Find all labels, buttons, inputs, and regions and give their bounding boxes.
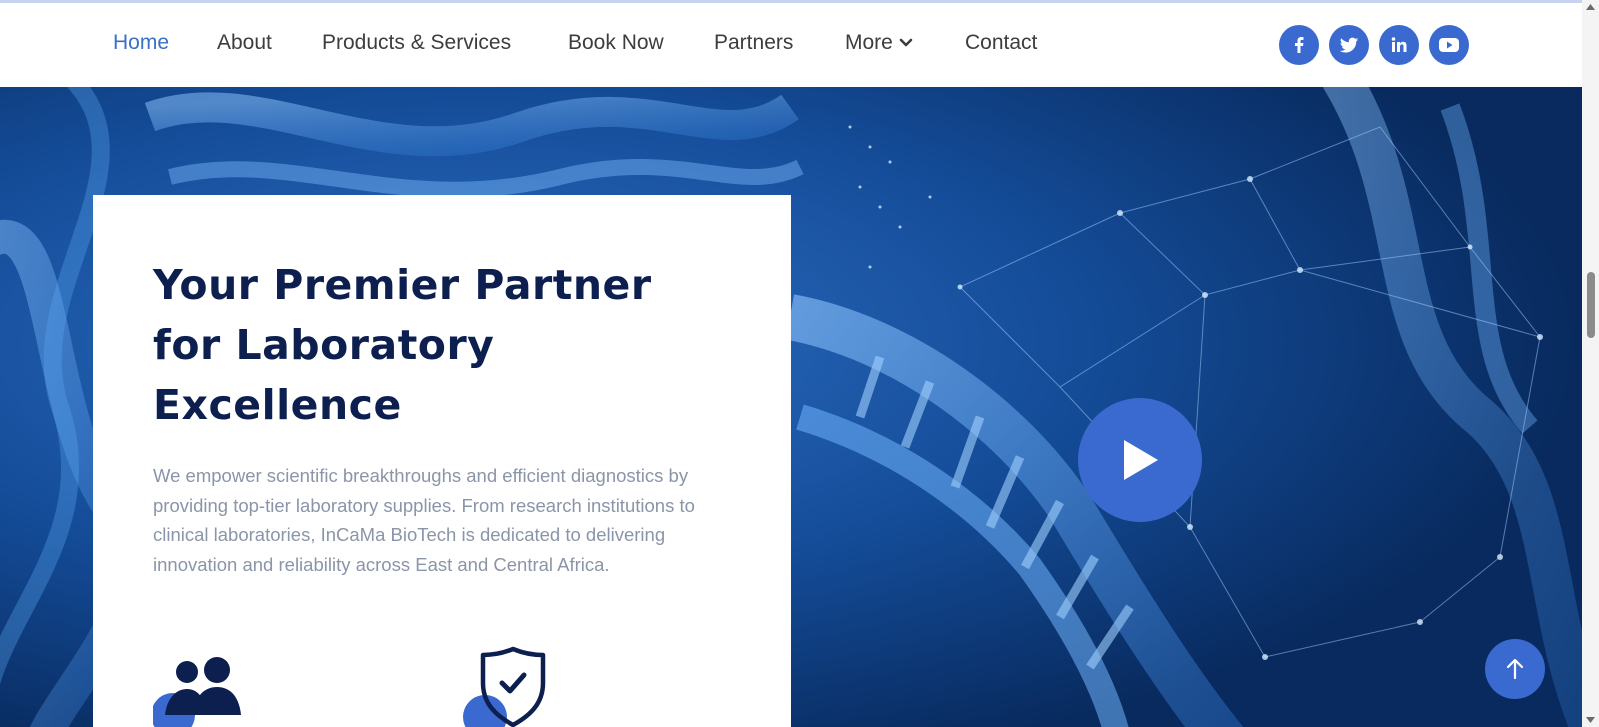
hero-headline: Your Premier Partner for Laboratory Exce… (153, 261, 652, 429)
twitter-icon[interactable] (1329, 25, 1369, 65)
hero-description: We empower scientific breakthroughs and … (153, 465, 695, 575)
facebook-icon[interactable] (1279, 25, 1319, 65)
page-scrollbar[interactable] (1582, 0, 1599, 727)
nav-book-now[interactable]: Book Now (568, 31, 664, 55)
nav-contact[interactable]: Contact (965, 31, 1037, 55)
scroll-up-arrow-icon[interactable] (1586, 4, 1595, 10)
hero-section: Your Premier Partner for Laboratory Exce… (0, 87, 1582, 727)
play-video-button[interactable] (1078, 398, 1202, 522)
scrollbar-thumb[interactable] (1587, 272, 1595, 338)
nav-more-label: More (845, 31, 893, 54)
scroll-down-arrow-icon[interactable] (1586, 717, 1595, 723)
nav-about[interactable]: About (217, 31, 272, 55)
chevron-down-icon (899, 38, 913, 47)
scroll-to-top-button[interactable] (1485, 639, 1545, 699)
shield-check-icon (463, 646, 546, 727)
youtube-icon[interactable] (1429, 25, 1469, 65)
hero-card: Your Premier Partner for Laboratory Exce… (93, 195, 791, 727)
main-navigation: Home About Products & Services Book Now … (0, 3, 1582, 87)
linkedin-icon[interactable] (1379, 25, 1419, 65)
nav-products-services[interactable]: Products & Services (322, 31, 511, 55)
nav-partners[interactable]: Partners (714, 31, 793, 55)
nav-home[interactable]: Home (113, 31, 169, 55)
arrow-up-icon (1506, 658, 1524, 680)
nav-more[interactable]: More (845, 31, 913, 55)
users-icon (153, 657, 241, 727)
play-icon (1124, 440, 1158, 480)
